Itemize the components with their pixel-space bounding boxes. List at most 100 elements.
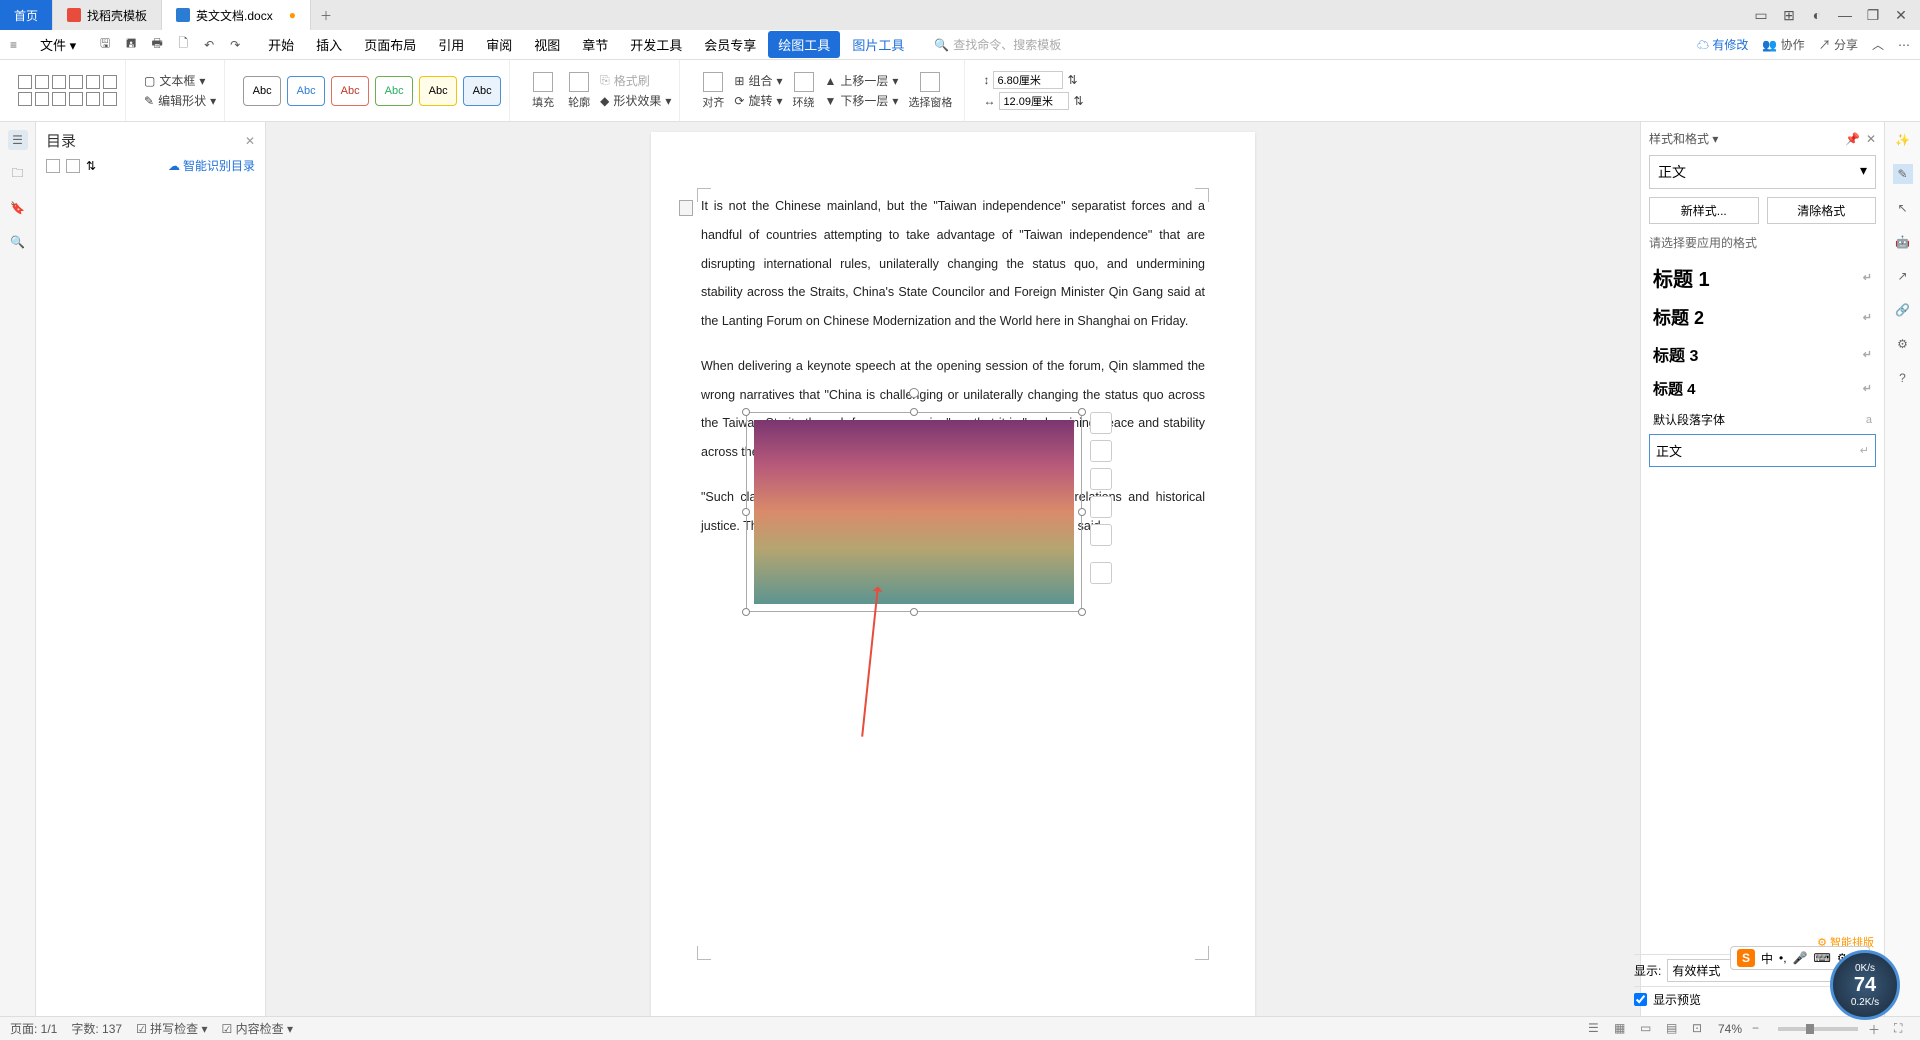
paragraph-handle-icon[interactable]	[679, 200, 693, 216]
bookmark-tab-icon[interactable]: 🔖	[8, 198, 28, 218]
menu-tab-review[interactable]: 审阅	[476, 31, 522, 58]
tab-templates[interactable]: 找稻壳模板	[53, 0, 162, 30]
fill-button[interactable]: 填充	[528, 72, 558, 110]
ai-hint-button[interactable]	[1090, 562, 1112, 584]
resize-handle-bm[interactable]	[910, 608, 918, 616]
textbox-button[interactable]: ▢ 文本框 ▾	[144, 72, 216, 89]
rotate-button[interactable]: ⟳ 旋转 ▾	[734, 92, 782, 109]
tab-document[interactable]: 英文文档.docx ●	[162, 0, 311, 30]
word-count[interactable]: 字数: 137	[71, 1020, 122, 1037]
ime-keyboard-icon[interactable]: ⌨	[1814, 951, 1831, 965]
shape-effects-button[interactable]: ◆ 形状效果 ▾	[600, 92, 671, 109]
toc-collapse-all-icon[interactable]	[66, 159, 80, 173]
collaborate-button[interactable]: 👥 协作	[1762, 36, 1804, 53]
bring-forward-button[interactable]: ▲ 上移一层 ▾	[825, 72, 899, 89]
spinner-icon[interactable]: ⇅	[1067, 73, 1077, 87]
zoom-in-button[interactable]: ＋	[1868, 1021, 1884, 1037]
print-icon[interactable]: 🖶	[148, 36, 166, 54]
reset-button[interactable]	[1090, 524, 1112, 546]
selection-pane-button[interactable]: 选择窗格	[904, 72, 956, 110]
style-default-font[interactable]: 默认段落字体a	[1649, 405, 1876, 434]
outline-button[interactable]: 轮廓	[564, 72, 594, 110]
select-tool-icon[interactable]: ↖	[1893, 198, 1913, 218]
show-preview-checkbox[interactable]	[1634, 993, 1647, 1006]
shape-gallery[interactable]	[18, 75, 117, 106]
close-button[interactable]: ✕	[1892, 6, 1910, 24]
width-input[interactable]	[999, 92, 1069, 110]
zoom-level[interactable]: 74%	[1718, 1022, 1742, 1036]
height-input[interactable]	[993, 71, 1063, 89]
share-button[interactable]: ↗ 分享	[1819, 36, 1858, 53]
resize-handle-mr[interactable]	[1078, 508, 1086, 516]
share-tool-icon[interactable]: ↗	[1893, 266, 1913, 286]
resize-handle-tl[interactable]	[742, 408, 750, 416]
spinner-icon[interactable]: ⇅	[1073, 94, 1083, 108]
canvas-area[interactable]: It is not the Chinese mainland, but the …	[266, 122, 1640, 1016]
panel-pin-icon[interactable]: 📌	[1845, 132, 1860, 146]
style-preset-1[interactable]: Abc	[243, 76, 281, 106]
maximize-button[interactable]: ❐	[1864, 6, 1882, 24]
menu-tab-layout[interactable]: 页面布局	[354, 31, 426, 58]
format-painter-button[interactable]: ⎘ 格式刷	[600, 72, 671, 89]
paragraph-1[interactable]: It is not the Chinese mainland, but the …	[701, 192, 1205, 336]
spellcheck-button[interactable]: ☑ 拼写检查 ▾	[136, 1020, 207, 1037]
resize-handle-tm[interactable]	[910, 408, 918, 416]
style-heading-4[interactable]: 标题 4↵	[1649, 372, 1876, 405]
view-mode-1-icon[interactable]: ☰	[1588, 1021, 1604, 1037]
zoom-slider[interactable]	[1778, 1027, 1858, 1031]
hamburger-icon[interactable]: ≡	[10, 38, 28, 52]
crop-button[interactable]	[1090, 496, 1112, 518]
menu-tab-picture-tools[interactable]: 图片工具	[842, 31, 914, 58]
settings-tool-icon[interactable]: ⚙	[1893, 334, 1913, 354]
current-style-selector[interactable]: 正文▾	[1649, 155, 1876, 189]
menu-tab-sections[interactable]: 章节	[572, 31, 618, 58]
new-style-button[interactable]: 新样式...	[1649, 197, 1759, 224]
skin-icon[interactable]: ▭	[1752, 6, 1770, 24]
chapter-tab-icon[interactable]: 🗀	[8, 164, 28, 184]
link-tool-icon[interactable]: 🔗	[1893, 300, 1913, 320]
view-mode-4-icon[interactable]: ▤	[1666, 1021, 1682, 1037]
edit-shape-button[interactable]: ✎ 编辑形状 ▾	[144, 92, 216, 109]
style-preset-5[interactable]: Abc	[419, 76, 457, 106]
toc-levels-icon[interactable]: ⇅	[86, 159, 96, 173]
smart-toc-button[interactable]: ☁ 智能识别目录	[168, 157, 255, 174]
minimize-button[interactable]: —	[1836, 6, 1854, 24]
menu-tab-member[interactable]: 会员专享	[694, 31, 766, 58]
style-preset-3[interactable]: Abc	[331, 76, 369, 106]
menu-tab-devtools[interactable]: 开发工具	[620, 31, 692, 58]
wrap-options-button[interactable]	[1090, 440, 1112, 462]
send-backward-button[interactable]: ▼ 下移一层 ▾	[825, 92, 899, 109]
clear-format-button[interactable]: 清除格式	[1767, 197, 1877, 224]
menu-tab-drawing-tools[interactable]: 绘图工具	[768, 31, 840, 58]
print-preview-icon[interactable]: 🗋	[174, 36, 192, 54]
effect-tool-icon[interactable]: ✨	[1893, 130, 1913, 150]
ai-tool-icon[interactable]: 🤖	[1893, 232, 1913, 252]
style-preset-6[interactable]: Abc	[463, 76, 501, 106]
has-changes-button[interactable]: ☁ 有修改	[1697, 36, 1748, 53]
toc-expand-all-icon[interactable]	[46, 159, 60, 173]
style-tool-icon[interactable]: ✎	[1893, 164, 1913, 184]
tab-add-button[interactable]: ＋	[311, 7, 341, 24]
find-tab-icon[interactable]: 🔍	[8, 232, 28, 252]
fit-width-icon[interactable]: ⊡	[1692, 1021, 1708, 1037]
fullscreen-icon[interactable]: ⛶	[1894, 1021, 1910, 1037]
view-mode-3-icon[interactable]: ▭	[1640, 1021, 1656, 1037]
style-body-selected[interactable]: 正文↵	[1649, 434, 1876, 467]
group-button[interactable]: ⊞ 组合 ▾	[734, 72, 782, 89]
help-tool-icon[interactable]: ?	[1893, 368, 1913, 388]
toc-close-icon[interactable]: ✕	[245, 134, 255, 148]
resize-handle-br[interactable]	[1078, 608, 1086, 616]
wrap-button[interactable]: 环绕	[789, 72, 819, 110]
undo-icon[interactable]: ↶	[200, 36, 218, 54]
menu-tab-start[interactable]: 开始	[258, 31, 304, 58]
align-button[interactable]: 对齐	[698, 72, 728, 110]
view-mode-2-icon[interactable]: ▦	[1614, 1021, 1630, 1037]
redo-icon[interactable]: ↷	[226, 36, 244, 54]
ribbon-collapse-icon[interactable]: ︿	[1872, 36, 1884, 53]
menu-tab-references[interactable]: 引用	[428, 31, 474, 58]
menu-tab-insert[interactable]: 插入	[306, 31, 352, 58]
resize-handle-bl[interactable]	[742, 608, 750, 616]
ime-lang-button[interactable]: 中	[1761, 950, 1773, 967]
resize-handle-ml[interactable]	[742, 508, 750, 516]
zoom-out-button[interactable]: −	[1752, 1021, 1768, 1037]
